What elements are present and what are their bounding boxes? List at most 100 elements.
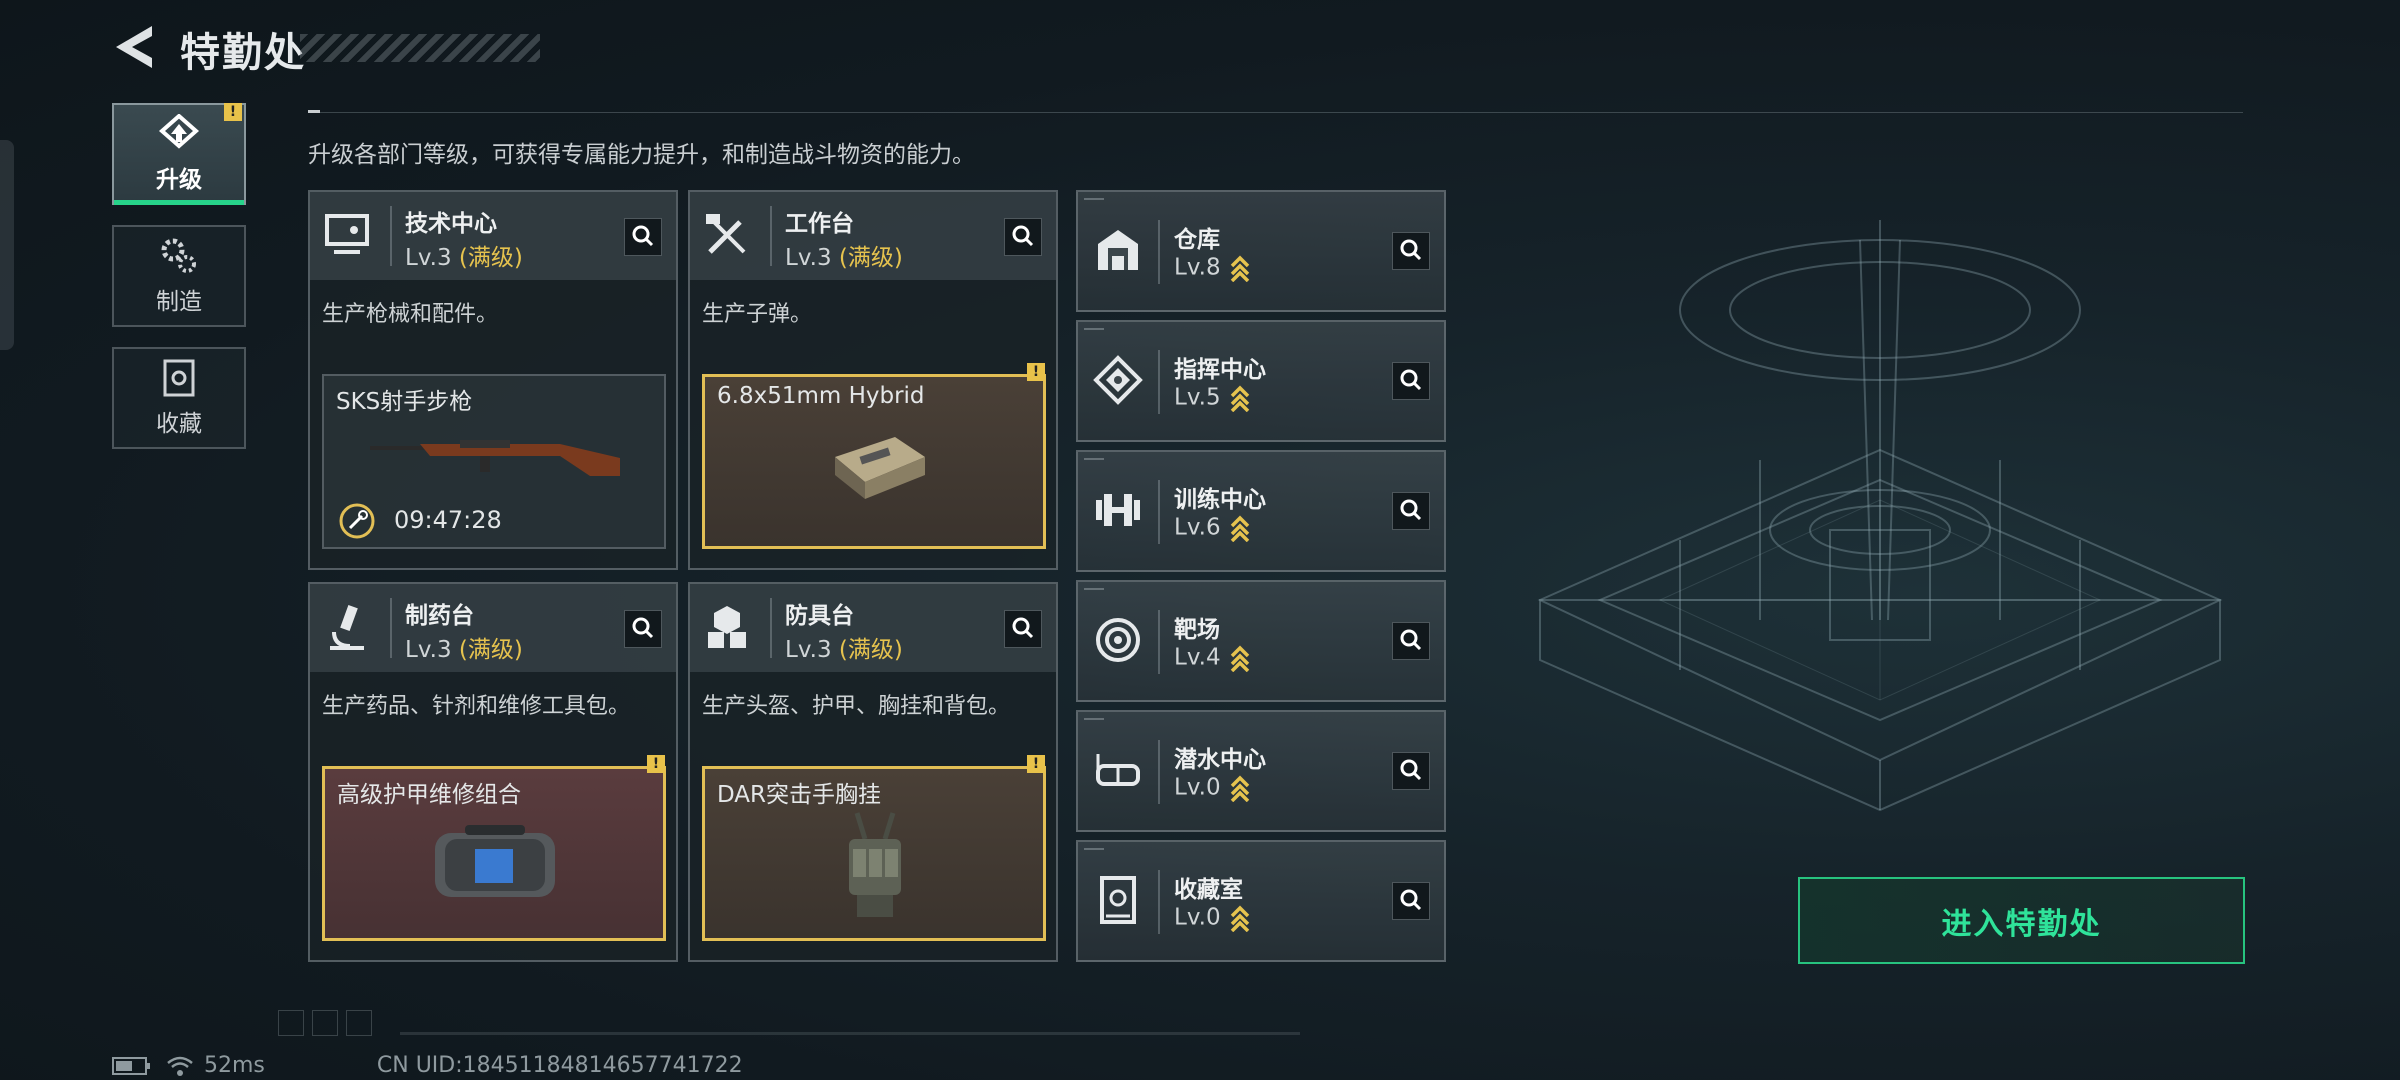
search-icon xyxy=(1400,889,1422,911)
dept-command-center[interactable]: 指挥中心 Lv.5 xyxy=(1076,320,1446,442)
search-button[interactable] xyxy=(1392,882,1430,920)
search-button[interactable] xyxy=(1392,492,1430,530)
separator xyxy=(390,598,392,658)
production-slot[interactable]: DAR突击手胸挂 ! xyxy=(702,755,1046,941)
separator xyxy=(770,206,772,266)
search-icon xyxy=(1012,617,1034,639)
tab-upgrade[interactable]: 升级 ! xyxy=(112,103,246,205)
tools-icon xyxy=(706,214,746,254)
alert-badge: ! xyxy=(647,755,665,773)
search-icon xyxy=(632,617,654,639)
microscope-icon xyxy=(330,605,364,650)
card-level: Lv.3 (满级) xyxy=(785,245,903,271)
armor-icon xyxy=(708,606,746,648)
card-tech-center[interactable]: 技术中心 Lv.3 (满级) 生产枪械和配件。 SKS射手步枪 09:47:28 xyxy=(308,190,678,570)
production-timer: 09:47:28 xyxy=(394,506,502,534)
dept-level: Lv.0 xyxy=(1174,774,1251,802)
ping-value: 52ms xyxy=(204,1053,265,1078)
divider xyxy=(400,1032,1300,1035)
dept-shooting-range[interactable]: 靶场 Lv.4 xyxy=(1076,580,1446,702)
upgrade-icon xyxy=(158,114,200,149)
gears-icon xyxy=(161,238,196,273)
card-description: 生产药品、针剂和维修工具包。 xyxy=(322,694,631,719)
separator xyxy=(1158,480,1160,544)
back-arrow-icon[interactable] xyxy=(112,22,156,72)
search-icon xyxy=(1400,759,1422,781)
tab-label: 收藏 xyxy=(156,411,202,437)
tab-label: 制造 xyxy=(156,289,202,315)
search-button[interactable] xyxy=(624,218,662,256)
wifi-icon xyxy=(167,1056,193,1076)
card-title: 工作台 xyxy=(785,211,854,237)
dept-level: Lv.0 xyxy=(1174,904,1251,932)
separator xyxy=(390,206,392,266)
dept-name: 训练中心 xyxy=(1174,487,1266,513)
search-button[interactable] xyxy=(1392,622,1430,660)
production-slot[interactable]: 6.8x51mm Hybrid ! xyxy=(702,363,1046,549)
enter-special-ops-button[interactable]: 进入特勤处 xyxy=(1798,877,2245,964)
search-button[interactable] xyxy=(1004,610,1042,648)
search-button[interactable] xyxy=(1392,752,1430,790)
uid-text: CN UID:18451184814657741722 xyxy=(376,1053,743,1078)
side-edge-handle[interactable] xyxy=(0,140,14,350)
separator xyxy=(1158,870,1160,934)
dept-level: Lv.8 xyxy=(1174,254,1251,282)
collection-room-icon xyxy=(1100,876,1136,924)
card-armor-bench[interactable]: 防具台 Lv.3 (满级) 生产头盔、护甲、胸挂和背包。 DAR突击手胸挂 ! xyxy=(688,582,1058,962)
search-icon xyxy=(1012,225,1034,247)
dept-name: 收藏室 xyxy=(1174,877,1243,903)
card-pharmacy[interactable]: 制药台 Lv.3 (满级) 生产药品、针剂和维修工具包。 高级护甲维修组合 ! xyxy=(308,582,678,962)
card-description: 生产枪械和配件。 xyxy=(322,302,499,327)
search-icon xyxy=(1400,369,1422,391)
alert-badge: ! xyxy=(1027,755,1045,773)
item-name: 6.8x51mm Hybrid xyxy=(717,383,925,409)
dept-name: 仓库 xyxy=(1174,227,1220,253)
tab-collection[interactable]: 收藏 xyxy=(112,347,246,449)
separator xyxy=(1158,610,1160,674)
production-slot[interactable]: 高级护甲维修组合 ! xyxy=(322,755,666,941)
decor-square xyxy=(312,1010,338,1036)
search-button[interactable] xyxy=(1392,362,1430,400)
card-level: Lv.3 (满级) xyxy=(405,637,523,663)
search-icon xyxy=(1400,629,1422,651)
card-title: 防具台 xyxy=(785,603,854,629)
diving-mask-icon xyxy=(1096,754,1140,786)
repair-kit-image xyxy=(435,825,555,897)
dept-level: Lv.6 xyxy=(1174,514,1251,542)
facility-wireframe-illustration xyxy=(1537,220,2223,812)
card-description: 生产头盔、护甲、胸挂和背包。 xyxy=(702,694,1011,719)
dept-training-center[interactable]: 训练中心 Lv.6 xyxy=(1076,450,1446,572)
divider-mark xyxy=(308,110,320,113)
dept-collection-room[interactable]: 收藏室 Lv.0 xyxy=(1076,840,1446,962)
divider xyxy=(308,112,2243,113)
dept-diving-center[interactable]: 潜水中心 Lv.0 xyxy=(1076,710,1446,832)
computer-icon xyxy=(325,214,369,254)
level-up-chevron-icon xyxy=(1230,775,1249,802)
search-icon xyxy=(632,225,654,247)
corner-mark xyxy=(1084,588,1104,590)
battery-icon xyxy=(112,1056,150,1075)
status-bar: 52ms CN UID:18451184814657741722 xyxy=(112,1053,771,1078)
corner-mark xyxy=(1084,718,1104,720)
card-workbench[interactable]: 工作台 Lv.3 (满级) 生产子弹。 6.8x51mm Hybrid ! xyxy=(688,190,1058,570)
page-title: 特勤处 xyxy=(180,30,306,76)
corner-mark xyxy=(1084,328,1104,330)
search-button[interactable] xyxy=(1392,232,1430,270)
ammo-box-image xyxy=(835,437,925,499)
level-up-chevron-icon xyxy=(1230,645,1249,672)
tab-label: 升级 xyxy=(156,167,202,193)
level-up-chevron-icon xyxy=(1230,255,1249,282)
timer-icon xyxy=(339,503,375,539)
separator xyxy=(770,598,772,658)
tab-craft[interactable]: 制造 xyxy=(112,225,246,327)
page-description: 升级各部门等级，可获得专属能力提升，和制造战斗物资的能力。 xyxy=(308,142,975,168)
item-name: SKS射手步枪 xyxy=(336,389,473,415)
level-up-chevron-icon xyxy=(1230,905,1249,932)
corner-mark xyxy=(1084,848,1104,850)
production-slot[interactable]: SKS射手步枪 09:47:28 xyxy=(322,374,666,549)
dept-warehouse[interactable]: 仓库 Lv.8 xyxy=(1076,190,1446,312)
search-button[interactable] xyxy=(1004,218,1042,256)
rifle-image xyxy=(370,440,620,476)
command-icon xyxy=(1093,355,1143,405)
search-button[interactable] xyxy=(624,610,662,648)
